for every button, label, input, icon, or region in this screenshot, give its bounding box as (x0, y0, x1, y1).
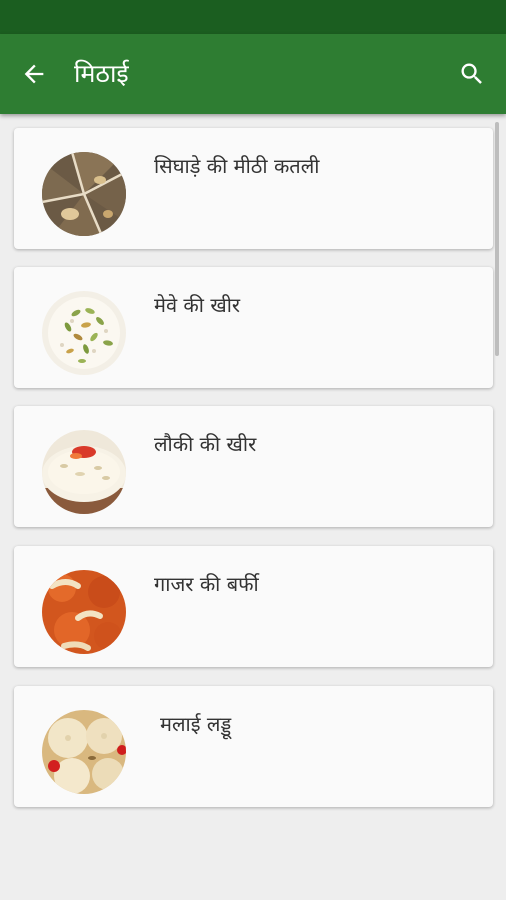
katli-photo (42, 152, 126, 236)
recipe-title: मलाई लड्डू (160, 712, 232, 736)
search-button[interactable] (452, 54, 492, 94)
search-icon (461, 63, 482, 84)
back-button[interactable] (14, 54, 54, 94)
page-title: मिठाई (74, 59, 129, 88)
mewa-kheer-photo (42, 291, 126, 375)
malai-laddu-photo (42, 710, 126, 794)
arrow-back-icon (24, 64, 44, 84)
recipe-title: लौकी की खीर (154, 432, 257, 456)
recipe-card[interactable]: मलाई लड्डू (14, 686, 493, 807)
lauki-kheer-photo (42, 430, 126, 514)
recipe-card[interactable]: गाजर की बर्फी (14, 546, 493, 667)
recipe-title: गाजर की बर्फी (154, 572, 259, 596)
recipe-list[interactable]: सिघाड़े की मीठी कतली मेवे की खीर लौकी की… (0, 114, 506, 900)
recipe-title: मेवे की खीर (154, 293, 241, 317)
app-bar: मिठाई (0, 34, 506, 114)
status-bar (0, 0, 506, 34)
recipe-card[interactable]: मेवे की खीर (14, 267, 493, 388)
gajar-barfi-photo (42, 570, 126, 654)
recipe-card[interactable]: लौकी की खीर (14, 406, 493, 527)
scrollbar[interactable] (495, 122, 499, 356)
recipe-card[interactable]: सिघाड़े की मीठी कतली (14, 128, 493, 249)
recipe-title: सिघाड़े की मीठी कतली (154, 154, 320, 178)
